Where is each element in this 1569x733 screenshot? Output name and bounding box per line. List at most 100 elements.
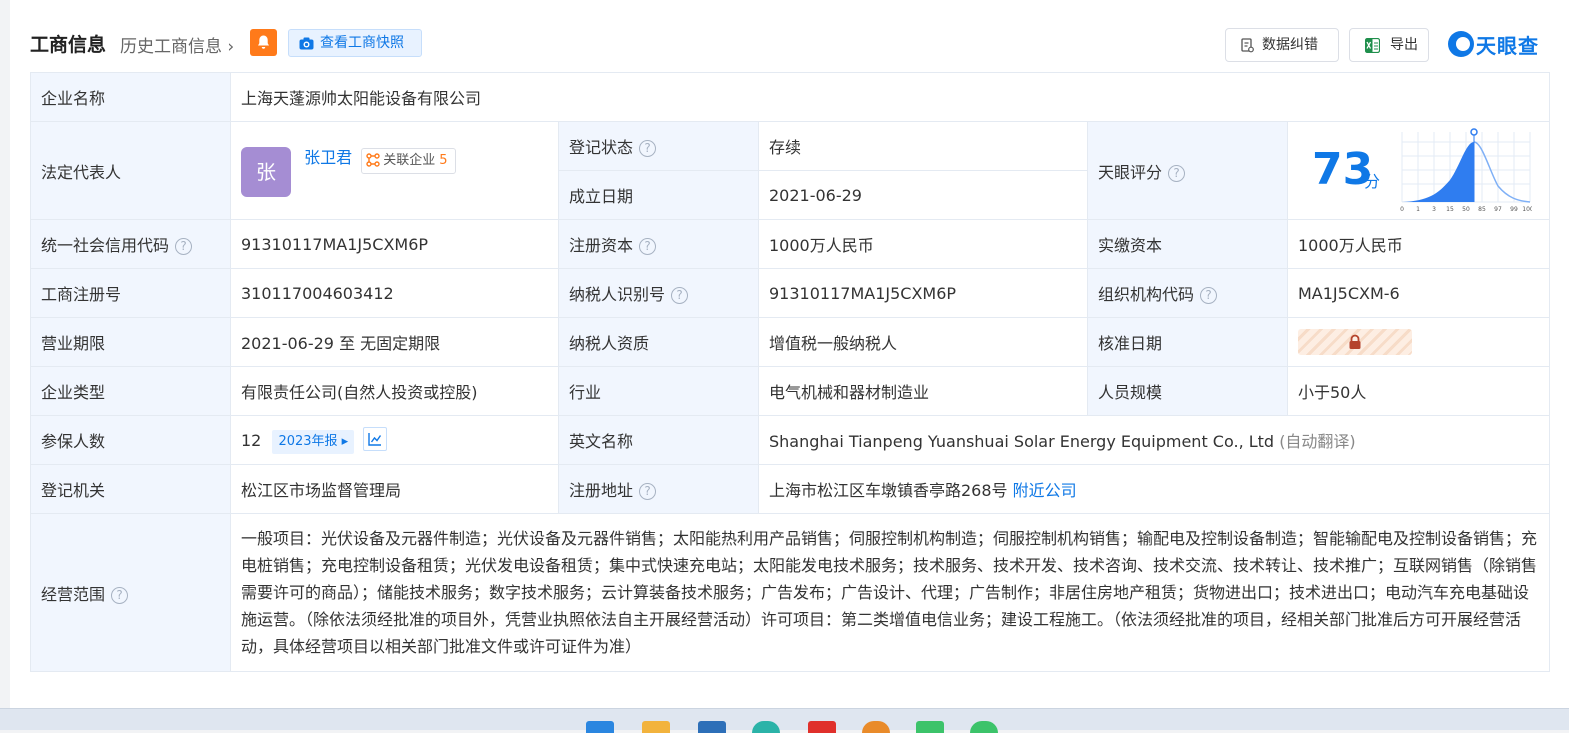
auto-translate-note: (自动翻译)	[1279, 432, 1356, 451]
scope-label: 经营范围	[41, 584, 106, 604]
reg-status-label: 登记状态	[569, 138, 634, 157]
related-companies-button[interactable]: 关联企业 5	[361, 147, 456, 174]
help-icon[interactable]: ?	[639, 483, 657, 500]
taxpayer-qual-label: 纳税人资质	[558, 317, 759, 367]
start-icon[interactable]	[586, 721, 614, 733]
scope-value: 一般项目：光伏设备及元器件制造；光伏设备及元器件销售；太阳能热利用产品销售；伺服…	[230, 513, 1550, 672]
export-label: 导出	[1390, 37, 1418, 53]
table-row: 工商注册号 310117004603412 纳税人识别号? 91310117MA…	[30, 268, 1550, 318]
table-row: 企业类型 有限责任公司(自然人投资或控股) 行业 电气机械和器材制造业 人员规模…	[30, 366, 1550, 416]
staff-size-value: 小于50人	[1287, 366, 1550, 416]
score-tick: 99	[1510, 206, 1518, 213]
related-companies-count: 5	[439, 152, 448, 168]
edit-doc-icon	[1241, 38, 1254, 53]
insured-label: 参保人数	[30, 415, 231, 465]
term-label: 营业期限	[30, 317, 231, 367]
excel-icon	[1365, 38, 1380, 53]
table-row: 统一社会信用代码? 91310117MA1J5CXM6P 注册资本? 1000万…	[30, 219, 1550, 269]
data-correction-button[interactable]: 数据纠错	[1225, 28, 1339, 62]
taxpayer-id-label-cell: 纳税人识别号?	[558, 268, 759, 318]
chevron-right-icon: ›	[222, 37, 235, 57]
caret-right-icon: ▸	[337, 433, 349, 449]
view-snapshot-button[interactable]: 查看工商快照	[288, 29, 422, 57]
staff-size-label: 人员规模	[1087, 366, 1288, 416]
app-icon[interactable]	[862, 721, 890, 733]
company-name-label: 企业名称	[30, 72, 231, 122]
help-icon[interactable]: ?	[111, 586, 129, 604]
paid-capital-label: 实缴资本	[1087, 219, 1288, 269]
data-correction-label: 数据纠错	[1262, 37, 1318, 53]
credit-code-label-cell: 统一社会信用代码?	[30, 219, 231, 269]
network-icon	[366, 153, 380, 167]
trend-chart-button[interactable]	[363, 426, 388, 451]
app-icon[interactable]	[970, 721, 998, 733]
reg-capital-label: 注册资本	[569, 236, 634, 255]
type-value: 有限责任公司(自然人投资或控股)	[230, 366, 559, 416]
export-button[interactable]: 导出	[1349, 28, 1429, 62]
address-label-cell: 注册地址?	[558, 464, 759, 514]
score-tick: 97	[1494, 206, 1502, 213]
address-label: 注册地址	[569, 481, 634, 500]
locked-value-button[interactable]	[1298, 329, 1412, 355]
app-icon[interactable]	[916, 721, 944, 733]
score-tick: 3	[1432, 206, 1436, 213]
help-icon[interactable]: ?	[1168, 164, 1186, 182]
score-tick: 100	[1522, 206, 1532, 213]
help-icon[interactable]: ?	[1200, 287, 1218, 304]
industry-label: 行业	[558, 366, 759, 416]
org-code-label-cell: 组织机构代码?	[1087, 268, 1288, 318]
os-taskbar	[0, 708, 1569, 733]
score-tick: 85	[1478, 206, 1486, 213]
line-chart-icon	[368, 432, 382, 446]
table-row: 参保人数 12 2023年报 ▸ 英文名称 Shanghai Tianpeng …	[30, 415, 1550, 465]
type-label: 企业类型	[30, 366, 231, 416]
authority-label: 登记机关	[30, 464, 231, 514]
reg-status-value: 存续	[758, 121, 1088, 171]
english-name-label: 英文名称	[558, 415, 759, 465]
score-cell[interactable]: 73 分 0 1 3 15 50 85 97 99 100	[1287, 121, 1550, 220]
paid-capital-value: 1000万人民币	[1287, 219, 1550, 269]
org-code-label: 组织机构代码	[1098, 285, 1195, 304]
scope-label-cell: 经营范围?	[30, 513, 231, 672]
org-code-value: MA1J5CXM-6	[1287, 268, 1550, 318]
score-tick: 50	[1462, 206, 1470, 213]
annual-report-link[interactable]: 2023年报 ▸	[272, 429, 355, 454]
lock-icon	[1349, 334, 1361, 349]
english-name-value: Shanghai Tianpeng Yuanshuai Solar Energy…	[769, 432, 1275, 451]
logo-mark-icon	[1448, 31, 1474, 57]
taxpayer-qual-value: 增值税一般纳税人	[758, 317, 1088, 367]
app-icon[interactable]	[808, 721, 836, 733]
founded-label: 成立日期	[558, 170, 759, 220]
score-label: 天眼评分	[1098, 162, 1163, 182]
business-info-table: 企业名称 上海天蓬源帅太阳能设备有限公司 法定代表人 张 张卫君 关联企业 5 登…	[30, 72, 1550, 672]
help-icon[interactable]: ?	[671, 287, 689, 304]
reg-capital-value: 1000万人民币	[758, 219, 1088, 269]
logo-text: 天眼查	[1476, 34, 1539, 58]
history-info-link[interactable]: 历史工商信息 ›	[120, 32, 234, 57]
legal-rep-name-link[interactable]: 张卫君	[304, 144, 352, 168]
avatar[interactable]: 张	[241, 147, 291, 198]
insured-cell: 12 2023年报 ▸	[230, 415, 559, 465]
approval-date-cell	[1287, 317, 1550, 367]
credit-code-value: 91310117MA1J5CXM6P	[230, 219, 559, 269]
approval-date-label: 核准日期	[1087, 317, 1288, 367]
score-tick: 0	[1400, 206, 1404, 213]
help-icon[interactable]: ?	[639, 238, 657, 255]
help-icon[interactable]: ?	[175, 238, 193, 255]
insured-value: 12	[241, 430, 262, 450]
monitor-button[interactable]	[250, 29, 277, 56]
tianyancha-logo: 天眼查	[1448, 29, 1552, 59]
reg-status-label-cell: 登记状态?	[558, 121, 759, 171]
related-companies-label: 关联企业	[383, 152, 436, 168]
help-icon[interactable]: ?	[639, 140, 657, 157]
folder-icon[interactable]	[642, 721, 670, 733]
table-row: 营业期限 2021-06-29 至 无固定期限 纳税人资质 增值税一般纳税人 核…	[30, 317, 1550, 367]
nearby-companies-link[interactable]: 附近公司	[1013, 481, 1077, 500]
browser-icon[interactable]	[752, 721, 780, 733]
store-icon[interactable]	[698, 721, 726, 733]
reg-capital-label-cell: 注册资本?	[558, 219, 759, 269]
term-value: 2021-06-29 至 无固定期限	[230, 317, 559, 367]
authority-value: 松江区市场监督管理局	[230, 464, 559, 514]
company-name-value: 上海天蓬源帅太阳能设备有限公司	[230, 72, 1550, 122]
score-tick: 15	[1446, 206, 1454, 213]
